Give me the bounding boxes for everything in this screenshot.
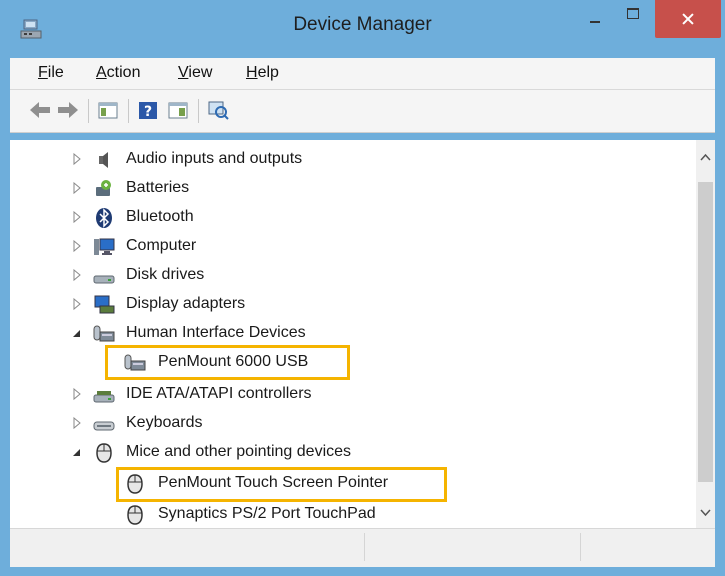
- help-icon[interactable]: ?: [136, 99, 160, 121]
- tree-item-human-interface-devices[interactable]: Human Interface Devices: [10, 319, 696, 348]
- hid-icon: [93, 325, 115, 342]
- mouse-icon: [127, 505, 143, 525]
- tree-item-label: Keyboards: [126, 414, 203, 431]
- status-bar: [10, 528, 715, 567]
- tree-item-label: Computer: [126, 237, 197, 254]
- menu-bar: File Action View Help: [10, 58, 715, 90]
- tree-item-computer[interactable]: Computer: [10, 232, 696, 261]
- display-adapter-icon: [94, 295, 115, 314]
- status-pane: [10, 533, 365, 561]
- expand-arrow-icon[interactable]: [72, 210, 82, 224]
- menu-view[interactable]: View: [178, 64, 212, 82]
- tree-item-display-adapters[interactable]: Display adapters: [10, 290, 696, 319]
- collapse-arrow-icon[interactable]: [72, 445, 82, 459]
- expand-arrow-icon[interactable]: [72, 181, 82, 195]
- keyboard-icon: [93, 421, 115, 431]
- close-icon[interactable]: [655, 0, 721, 38]
- tree-item-label: Bluetooth: [126, 208, 194, 225]
- tree-item-batteries[interactable]: Batteries: [10, 174, 696, 203]
- tree-item-label: IDE ATA/ATAPI controllers: [126, 385, 312, 402]
- bluetooth-icon: [96, 208, 112, 228]
- mouse-icon: [96, 443, 112, 463]
- collapse-arrow-icon[interactable]: [72, 326, 82, 340]
- expand-arrow-icon[interactable]: [72, 387, 82, 401]
- svg-text:?: ?: [144, 104, 152, 120]
- expand-arrow-icon[interactable]: [72, 239, 82, 253]
- tree-item-label: Display adapters: [126, 295, 246, 312]
- expand-arrow-icon[interactable]: [72, 297, 82, 311]
- forward-arrow-icon[interactable]: [56, 99, 80, 121]
- highlight-box: [116, 467, 447, 502]
- menu-file[interactable]: File: [38, 64, 64, 82]
- battery-icon: [96, 180, 111, 196]
- back-arrow-icon[interactable]: [28, 99, 52, 121]
- ide-controller-icon: [93, 391, 115, 403]
- disk-drive-icon: [93, 275, 115, 284]
- highlight-box: [105, 345, 350, 380]
- device-tree: Audio inputs and outputs Batteries Bluet…: [10, 140, 696, 528]
- tree-item-keyboards[interactable]: Keyboards: [10, 409, 696, 438]
- expand-arrow-icon[interactable]: [72, 416, 82, 430]
- tree-item-ide-ata-atapi[interactable]: IDE ATA/ATAPI controllers: [10, 380, 696, 409]
- show-hide-console-tree-icon[interactable]: [96, 99, 120, 121]
- toolbar-separator: [88, 99, 89, 123]
- tree-item-label: Audio inputs and outputs: [126, 150, 303, 167]
- tree-item-label: Synaptics PS/2 Port TouchPad: [158, 505, 376, 522]
- expand-arrow-icon[interactable]: [72, 152, 82, 166]
- toolbar-separator: [128, 99, 129, 123]
- tree-item-bluetooth[interactable]: Bluetooth: [10, 203, 696, 232]
- tree-item-synaptics-touchpad[interactable]: Synaptics PS/2 Port TouchPad: [10, 500, 696, 528]
- tree-item-label: Disk drives: [126, 266, 205, 283]
- tree-item-mice-and-pointing-devices[interactable]: Mice and other pointing devices: [10, 438, 696, 467]
- scroll-down-icon[interactable]: [696, 502, 715, 522]
- speaker-icon: [99, 152, 108, 168]
- vertical-scrollbar[interactable]: [696, 140, 715, 528]
- menu-action[interactable]: Action: [96, 64, 140, 82]
- scroll-up-icon[interactable]: [696, 148, 715, 168]
- tree-item-label: Mice and other pointing devices: [126, 443, 352, 460]
- scan-hardware-icon[interactable]: [206, 99, 230, 121]
- tree-item-disk-drives[interactable]: Disk drives: [10, 261, 696, 290]
- title-bar[interactable]: Device Manager: [0, 0, 725, 58]
- status-pane: [365, 533, 581, 561]
- menu-help[interactable]: Help: [246, 64, 279, 82]
- maximize-icon[interactable]: [616, 0, 652, 38]
- tree-item-label: Batteries: [126, 179, 190, 196]
- toolbar-separator: [198, 99, 199, 123]
- toolbar: ?: [10, 90, 715, 133]
- minimize-icon[interactable]: [576, 0, 614, 38]
- properties-pane-icon[interactable]: [166, 99, 190, 121]
- device-manager-window: Device Manager File Action View Help ? A…: [0, 0, 725, 576]
- expand-arrow-icon[interactable]: [72, 268, 82, 282]
- tree-item-audio[interactable]: Audio inputs and outputs: [10, 145, 696, 174]
- scroll-thumb[interactable]: [698, 182, 713, 482]
- tree-item-label: Human Interface Devices: [126, 324, 306, 341]
- computer-icon: [94, 238, 115, 255]
- status-pane: [581, 533, 714, 561]
